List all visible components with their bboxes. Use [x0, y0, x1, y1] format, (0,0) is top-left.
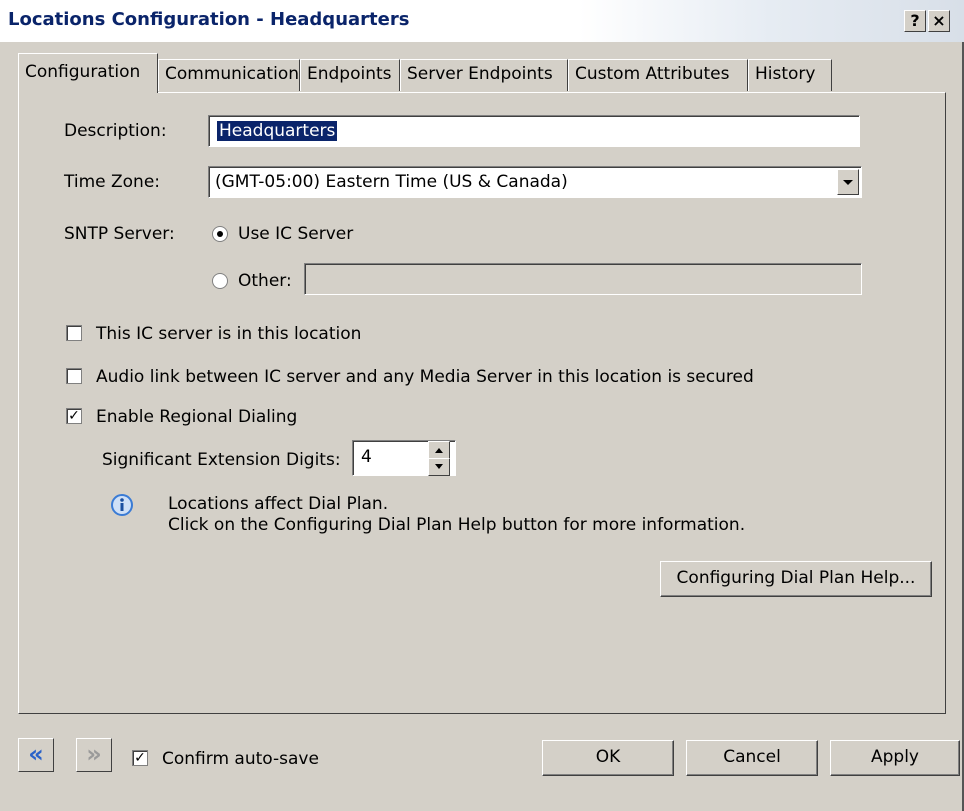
help-button[interactable]: ?	[904, 10, 926, 32]
timezone-value: (GMT-05:00) Eastern Time (US & Canada)	[215, 172, 568, 192]
info-line-1: Locations affect Dial Plan.	[168, 494, 389, 514]
ic-in-location-checkbox[interactable]	[66, 325, 82, 341]
audio-secured-checkbox[interactable]	[66, 368, 82, 384]
dialog-window: Locations Configuration - Headquarters ?…	[0, 0, 964, 811]
tab-history[interactable]: History	[748, 59, 832, 91]
apply-button[interactable]: Apply	[830, 740, 960, 776]
spin-up-button[interactable]	[428, 441, 450, 459]
tab-configuration[interactable]: Configuration	[18, 53, 158, 93]
tab-server-endpoints[interactable]: Server Endpoints	[400, 59, 568, 91]
other-label: Other:	[238, 271, 292, 291]
description-label: Description:	[64, 121, 167, 141]
spin-down-button[interactable]	[428, 458, 450, 476]
regional-dialing-checkbox[interactable]: ✓	[66, 408, 82, 424]
tab-endpoints[interactable]: Endpoints	[300, 59, 400, 91]
other-radio[interactable]	[212, 273, 228, 289]
audio-secured-label: Audio link between IC server and any Med…	[96, 367, 754, 387]
sig-digits-label: Significant Extension Digits:	[102, 450, 341, 470]
next-icon[interactable]: »	[76, 738, 112, 772]
dial-plan-help-button[interactable]: Configuring Dial Plan Help...	[660, 561, 932, 597]
window-title: Locations Configuration - Headquarters	[8, 9, 410, 30]
sig-digits-value: 4	[361, 447, 372, 467]
use-ic-server-label: Use IC Server	[238, 224, 354, 244]
info-line-2: Click on the Configuring Dial Plan Help …	[168, 515, 746, 535]
ic-in-location-label: This IC server is in this location	[96, 324, 362, 344]
ok-button[interactable]: OK	[542, 740, 674, 776]
description-value: Headquarters	[217, 121, 338, 141]
tab-communication[interactable]: Communication	[158, 59, 300, 91]
chevron-down-icon[interactable]	[837, 169, 859, 195]
timezone-select[interactable]: (GMT-05:00) Eastern Time (US & Canada)	[208, 166, 862, 198]
confirm-autosave-checkbox[interactable]: ✓	[132, 750, 148, 766]
regional-dialing-label: Enable Regional Dialing	[96, 407, 298, 427]
confirm-autosave-label: Confirm auto-save	[162, 749, 319, 769]
sntp-label: SNTP Server:	[64, 224, 175, 244]
title-bar: Locations Configuration - Headquarters ?…	[0, 0, 964, 42]
other-server-field[interactable]	[304, 263, 862, 295]
radio-dot-icon	[217, 231, 223, 237]
description-field[interactable]: Headquarters	[208, 115, 860, 147]
info-icon	[110, 493, 134, 517]
previous-icon[interactable]: «	[18, 738, 54, 772]
timezone-label: Time Zone:	[64, 172, 161, 192]
use-ic-server-radio[interactable]	[212, 226, 228, 242]
close-button[interactable]: ×	[928, 10, 950, 32]
tab-custom-attributes[interactable]: Custom Attributes	[568, 59, 748, 91]
cancel-button[interactable]: Cancel	[686, 740, 818, 776]
